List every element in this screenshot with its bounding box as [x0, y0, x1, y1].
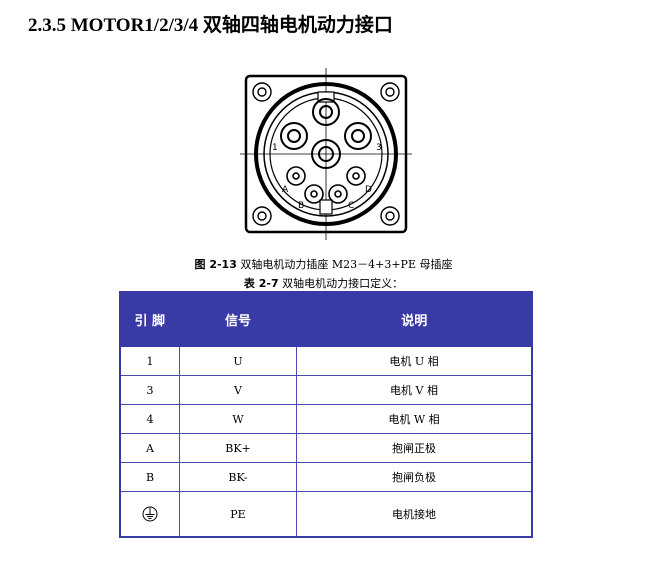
- table-row: A BK+ 抱闸正极: [119, 433, 533, 463]
- cell-description: 电机 W 相: [295, 404, 533, 434]
- cell-pin: 4: [119, 404, 181, 434]
- cell-signal: BK-: [179, 462, 297, 492]
- cell-pin: 1: [119, 345, 181, 376]
- pin-label: A: [282, 185, 289, 195]
- table-row: PE 电机接地: [119, 491, 533, 538]
- ground-icon: [142, 506, 158, 522]
- figure-caption: 图 2-13 双轴电机动力插座 M23－4+3+PE 母插座: [194, 258, 453, 271]
- header-pin: 引 脚: [119, 291, 181, 347]
- pin-label: D: [365, 185, 372, 195]
- cell-description: 抱闸正极: [295, 433, 533, 463]
- table-row: 3 V 电机 V 相: [119, 375, 533, 405]
- cell-description: 电机接地: [295, 491, 533, 538]
- connector-diagram: 1 3 A D B C: [240, 68, 412, 240]
- cell-description: 电机 V 相: [295, 375, 533, 405]
- pin-definition-table: 引 脚 信号 说明 1 U 电机 U 相 3 V 电机 V 相 4 W 电机 W…: [119, 291, 533, 538]
- pin-label: 3: [376, 143, 382, 153]
- header-description: 说明: [295, 291, 533, 347]
- table-caption: 表 2-7 双轴电机动力接口定义：: [243, 277, 404, 290]
- cell-pin: [119, 491, 181, 538]
- cell-pin: B: [119, 462, 181, 492]
- cell-description: 电机 U 相: [295, 345, 533, 376]
- cell-pin: 3: [119, 375, 181, 405]
- cell-signal: PE: [179, 491, 297, 538]
- table-row: B BK- 抱闸负极: [119, 462, 533, 492]
- pin-label: C: [348, 201, 354, 211]
- section-title: 2.3.5 MOTOR1/2/3/4 双轴四轴电机动力接口: [28, 15, 393, 36]
- cell-description: 抱闸负极: [295, 462, 533, 492]
- cell-signal: W: [179, 404, 297, 434]
- table-header-row: 引 脚 信号 说明: [119, 291, 533, 347]
- table-row: 1 U 电机 U 相: [119, 345, 533, 376]
- table-row: 4 W 电机 W 相: [119, 404, 533, 434]
- pin-label: B: [298, 201, 304, 211]
- cell-signal: BK+: [179, 433, 297, 463]
- cell-pin: A: [119, 433, 181, 463]
- header-signal: 信号: [178, 291, 298, 347]
- pin-label: 1: [272, 143, 278, 153]
- cell-signal: V: [179, 375, 297, 405]
- cell-signal: U: [179, 345, 297, 376]
